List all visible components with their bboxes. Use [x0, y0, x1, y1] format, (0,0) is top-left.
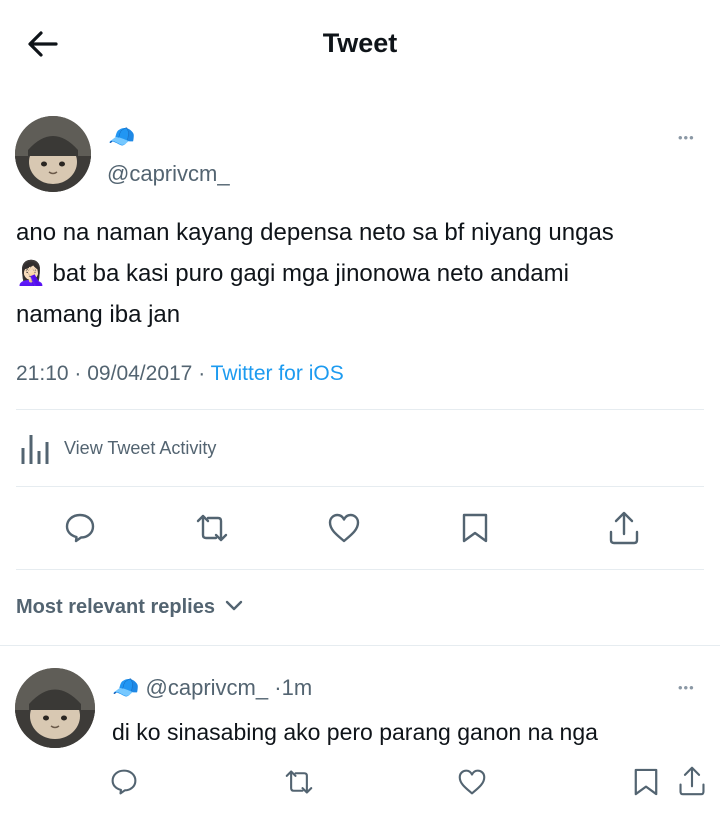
reply-icon	[111, 769, 137, 795]
more-options-icon[interactable]: •••	[678, 130, 695, 145]
tweet-meta: 21:10 · 09/04/2017 · Twitter for iOS	[16, 362, 344, 386]
reply-avatar[interactable]	[15, 668, 95, 748]
reply-icon	[65, 513, 95, 543]
tweet-source-link[interactable]: Twitter for iOS	[211, 362, 344, 385]
reply-more-options-icon[interactable]: •••	[678, 680, 695, 695]
user-handle[interactable]: @caprivcm_	[107, 161, 230, 187]
facepalm-emoji: 🤦🏻‍♀️	[16, 260, 46, 287]
divider	[16, 569, 704, 570]
view-tweet-activity-label: View Tweet Activity	[64, 438, 217, 458]
bookmark-button[interactable]	[461, 512, 489, 544]
share-icon	[679, 766, 705, 796]
retweet-icon	[285, 770, 313, 794]
reply-sort-dropdown[interactable]: Most relevant replies	[16, 596, 243, 619]
analytics-bars-icon	[21, 435, 49, 464]
reply-reply-button[interactable]	[110, 768, 138, 796]
avatar[interactable]	[15, 116, 91, 192]
share-icon	[609, 511, 639, 545]
share-button[interactable]	[607, 510, 641, 546]
page-title: Tweet	[322, 28, 398, 58]
like-button[interactable]	[327, 512, 361, 544]
separator: ·	[274, 675, 282, 700]
reply-handle[interactable]: @caprivcm_	[146, 675, 269, 700]
cap-emoji: 🧢	[108, 124, 136, 149]
reply-text: di ko sinasabing ako pero parang ganon n…	[112, 719, 598, 745]
reply-age: 1m	[281, 675, 313, 700]
tweet-text: ano na naman kayang depensa neto sa bf n…	[16, 212, 716, 335]
divider	[16, 409, 704, 410]
divider	[0, 645, 720, 646]
bookmark-icon	[634, 768, 658, 796]
reply-bookmark-button[interactable]	[633, 767, 659, 797]
reply-share-button[interactable]	[677, 765, 707, 797]
separator: ·	[74, 362, 82, 385]
heart-icon	[458, 769, 486, 795]
divider	[16, 486, 704, 487]
reply-retweet-button[interactable]	[283, 768, 315, 796]
tweet-text-line: namang iba jan	[16, 301, 181, 328]
tweet-text-line: ano na naman kayang depensa neto sa bf n…	[16, 219, 614, 246]
tweet-text-line: 🤦🏻‍♀️ bat ba kasi puro gagi mga jinonowa…	[16, 260, 569, 287]
reply-sort-label: Most relevant replies	[16, 596, 215, 618]
separator: ·	[198, 362, 206, 385]
reply-header: 🧢 @caprivcm_ ·1m	[112, 674, 312, 702]
reply-like-button[interactable]	[457, 768, 487, 796]
heart-icon	[328, 513, 360, 543]
tweet-date: 09/04/2017	[87, 362, 193, 385]
view-tweet-activity-button[interactable]: View Tweet Activity	[16, 428, 316, 468]
bookmark-icon	[462, 513, 488, 543]
retweet-icon	[196, 514, 228, 542]
reply-button[interactable]	[64, 512, 96, 544]
tweet-time: 21:10	[16, 362, 69, 385]
cap-emoji: 🧢	[112, 675, 140, 700]
retweet-button[interactable]	[194, 512, 230, 544]
chevron-down-icon	[225, 600, 242, 610]
